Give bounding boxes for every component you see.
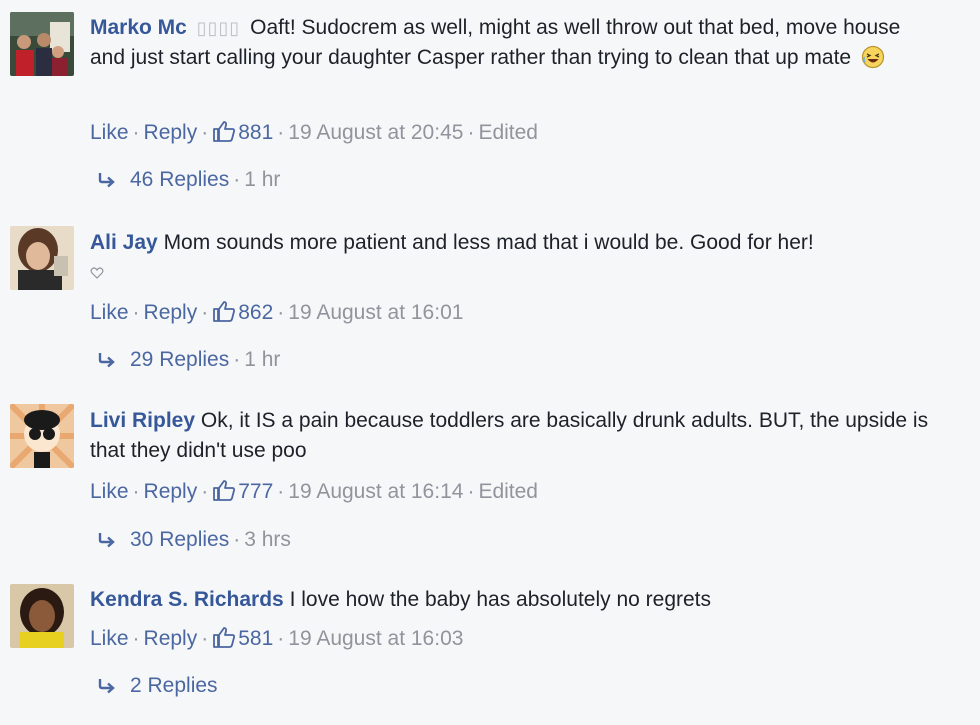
- like-count[interactable]: 862: [238, 301, 273, 324]
- avatar-livi[interactable]: [10, 404, 74, 468]
- comment-text: Ok, it IS a pain because toddlers are ba…: [90, 409, 929, 462]
- replies-time: 1 hr: [244, 348, 281, 371]
- separator: ·: [201, 627, 209, 650]
- timestamp[interactable]: 19 August at 16:03: [288, 627, 463, 650]
- reply-arrow-icon: [98, 170, 116, 194]
- separator: ·: [233, 348, 241, 371]
- replies-count[interactable]: 29 Replies: [130, 348, 229, 371]
- separator: ·: [132, 121, 140, 144]
- view-replies-link[interactable]: 30 Replies · 3 hrs: [98, 528, 291, 554]
- reply-arrow-icon: [98, 530, 116, 554]
- separator: ·: [233, 528, 241, 551]
- separator: ·: [467, 480, 475, 503]
- separator: ·: [277, 121, 285, 144]
- replies-time: 3 hrs: [244, 528, 291, 551]
- avatar-ali[interactable]: [10, 226, 74, 290]
- replies-count[interactable]: 46 Replies: [130, 168, 229, 191]
- avatar-kendra[interactable]: [10, 584, 74, 648]
- reply-button[interactable]: Reply: [144, 627, 198, 650]
- comment-text: I love how the baby has absolutely no re…: [289, 588, 712, 611]
- thumbs-up-icon[interactable]: [212, 300, 236, 328]
- separator: ·: [201, 121, 209, 144]
- comment-author[interactable]: Marko Mc: [90, 16, 187, 39]
- view-replies-link[interactable]: 2 Replies: [98, 674, 218, 700]
- comment-author[interactable]: Livi Ripley: [90, 409, 195, 432]
- replies-count[interactable]: 30 Replies: [130, 528, 229, 551]
- thumbs-up-icon[interactable]: [212, 479, 236, 507]
- separator: ·: [132, 480, 140, 503]
- reply-arrow-icon: [98, 350, 116, 374]
- comment-body: Kendra S. Richards I love how the baby h…: [90, 585, 940, 615]
- comment-body: Marko Mc ▯▯▯▯ Oaft! Sudocrem as well, mi…: [90, 13, 940, 78]
- comment-actions: Like · Reply · 881 · 19 August at 20:45 · Edited: [90, 120, 538, 148]
- avatar-marko[interactable]: [10, 12, 74, 76]
- like-button[interactable]: Like: [90, 301, 129, 324]
- comment-actions: Like · Reply · 581 · 19 August at 16:03: [90, 626, 463, 654]
- like-count[interactable]: 777: [238, 480, 273, 503]
- separator: ·: [277, 627, 285, 650]
- comment-author[interactable]: Ali Jay: [90, 231, 158, 254]
- view-replies-link[interactable]: 29 Replies · 1 hr: [98, 348, 280, 374]
- separator: ·: [201, 301, 209, 324]
- comment-body: Livi Ripley Ok, it IS a pain because tod…: [90, 406, 940, 466]
- timestamp[interactable]: 19 August at 16:01: [288, 301, 463, 324]
- comment-text: Mom sounds more patient and less mad tha…: [163, 231, 814, 254]
- unrendered-glyphs: ▯▯▯▯: [196, 18, 241, 38]
- reply-button[interactable]: Reply: [144, 301, 198, 324]
- replies-count[interactable]: 2 Replies: [130, 674, 218, 697]
- edited-label[interactable]: Edited: [478, 480, 538, 503]
- reply-button[interactable]: Reply: [144, 480, 198, 503]
- separator: ·: [233, 168, 241, 191]
- separator: ·: [132, 301, 140, 324]
- thumbs-up-icon[interactable]: [212, 626, 236, 654]
- separator: ·: [132, 627, 140, 650]
- like-button[interactable]: Like: [90, 121, 129, 144]
- view-replies-link[interactable]: 46 Replies · 1 hr: [98, 168, 280, 194]
- separator: ·: [277, 480, 285, 503]
- edited-label[interactable]: Edited: [478, 121, 538, 144]
- comment-actions: Like · Reply · 777 · 19 August at 16:14 · Edited: [90, 479, 538, 507]
- like-button[interactable]: Like: [90, 480, 129, 503]
- thumbs-up-icon[interactable]: [212, 120, 236, 148]
- reply-arrow-icon: [98, 676, 116, 700]
- separator: ·: [467, 121, 475, 144]
- like-count[interactable]: 881: [238, 121, 273, 144]
- heart-icon: [90, 259, 104, 289]
- separator: ·: [277, 301, 285, 324]
- separator: ·: [201, 480, 209, 503]
- comment-body: Ali Jay Mom sounds more patient and less…: [90, 228, 940, 289]
- like-button[interactable]: Like: [90, 627, 129, 650]
- comment-actions: Like · Reply · 862 · 19 August at 16:01: [90, 300, 463, 328]
- like-count[interactable]: 581: [238, 627, 273, 650]
- timestamp[interactable]: 19 August at 20:45: [288, 121, 463, 144]
- reply-button[interactable]: Reply: [144, 121, 198, 144]
- laughing-emoji-icon: [861, 45, 885, 78]
- replies-time: 1 hr: [244, 168, 281, 191]
- comment-author[interactable]: Kendra S. Richards: [90, 588, 284, 611]
- timestamp[interactable]: 19 August at 16:14: [288, 480, 463, 503]
